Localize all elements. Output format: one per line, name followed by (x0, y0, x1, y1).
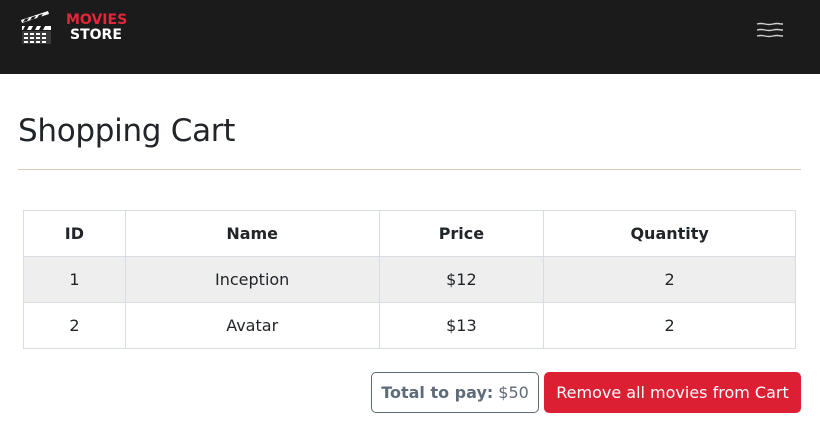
cell-quantity: 2 (543, 256, 796, 303)
cell-name: Avatar (124, 302, 380, 349)
cell-name: Inception (124, 256, 380, 303)
cell-id: 1 (23, 256, 126, 303)
total-to-pay-box: Total to pay: $50 (371, 372, 539, 413)
cell-id: 2 (23, 302, 126, 349)
column-header-name: Name (124, 210, 380, 257)
cart-table: ID Name Price Quantity 1 Inception $12 2… (23, 210, 796, 349)
cell-price: $13 (378, 302, 545, 349)
brand-name: MOVIES STORE (66, 13, 127, 43)
page-title: Shopping Cart (18, 113, 236, 149)
table-header-row: ID Name Price Quantity (23, 210, 796, 257)
menu-toggle-button[interactable] (748, 12, 792, 48)
brand-name-top: MOVIES (66, 12, 128, 28)
brand-link[interactable]: MOVIES STORE (18, 8, 127, 48)
column-header-price: Price (378, 210, 545, 257)
brand-name-bottom: STORE (70, 27, 122, 43)
total-label: Total to pay: (381, 383, 494, 402)
total-value: $50 (498, 383, 529, 402)
table-row: 1 Inception $12 2 (23, 256, 796, 303)
hamburger-menu-icon (756, 22, 783, 38)
cell-quantity: 2 (543, 302, 796, 349)
table-row: 2 Avatar $13 2 (23, 302, 796, 349)
column-header-id: ID (23, 210, 126, 257)
cell-price: $12 (378, 256, 545, 303)
column-header-quantity: Quantity (543, 210, 796, 257)
title-divider (18, 169, 801, 170)
navbar: MOVIES STORE (0, 0, 820, 74)
clapperboard-icon (21, 11, 51, 44)
remove-all-button[interactable]: Remove all movies from Cart (544, 372, 801, 413)
